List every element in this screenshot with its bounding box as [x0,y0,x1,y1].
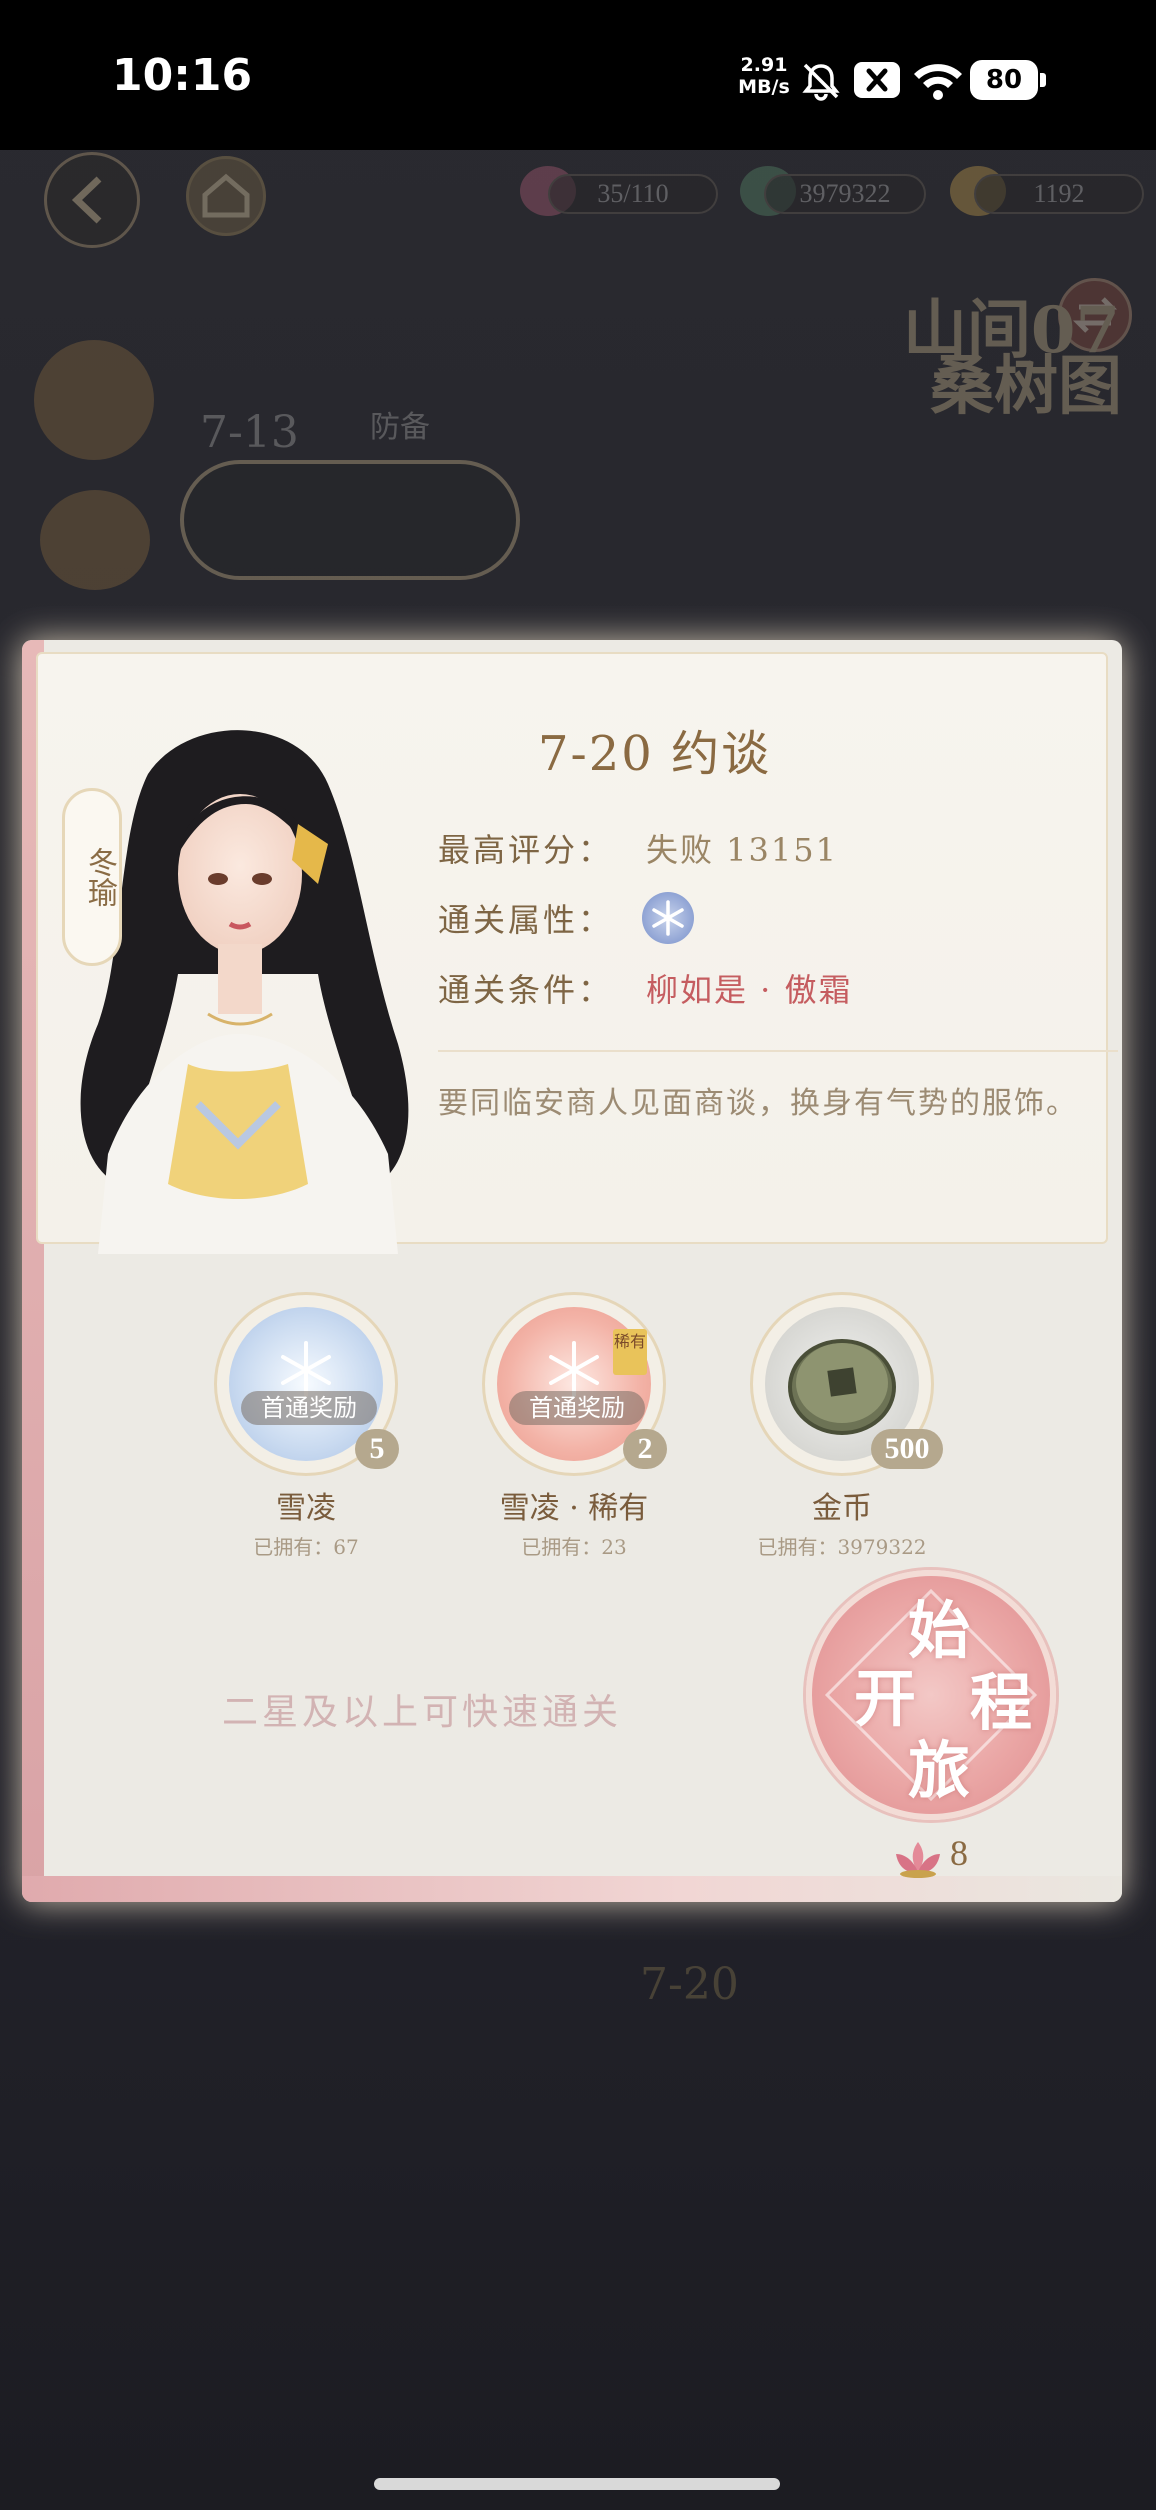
stage-node-name: 防备 [370,410,430,445]
clear-condition-label: 通关条件： [438,971,614,1009]
snowflake-icon [642,892,694,944]
character-name-tab[interactable]: 冬瑜 [62,788,122,966]
reward-item[interactable]: 500 金币 已拥有：3979322 [742,1292,943,1572]
back-arrow-icon [71,176,102,224]
reward-name: 雪凌 · 稀有 [499,1491,649,1526]
reward-owned: 已拥有：67 [253,1535,359,1559]
reward-icon-frame: 首通奖励 5 [214,1292,399,1476]
chapter-token[interactable] [34,340,154,460]
character-name: 冬瑜 [82,847,117,907]
close-badge-icon [854,62,900,98]
rare-badge: 稀有 [613,1329,647,1375]
bell-muted-icon [802,63,840,101]
network-speed-value: 2.91 [740,54,788,76]
stage-title: 7-20 约谈 [538,726,772,782]
stage-detail-dialog: 冬瑜 7-20 约谈 最高评分： 失败 13151 通关属性： 通关条件： 柳如… [22,640,1122,1902]
best-score-value: 失败 13151 [646,831,838,869]
battery-indicator: 80 [970,60,1046,100]
quick-clear-note: 二星及以上可快速通关 [222,1692,623,1733]
battery-tip [1040,73,1046,87]
first-clear-tag: 首通奖励 [509,1391,645,1425]
stage-node-code: 7-20 [640,1959,739,2010]
jade-counter[interactable]: 3979322 [764,174,926,214]
reward-owned: 已拥有：23 [521,1535,627,1559]
home-indicator[interactable] [374,2478,780,2490]
clear-attribute-label: 通关属性： [438,901,614,939]
reward-item[interactable]: 稀有 首通奖励 2 雪凌 · 稀有 已拥有：23 [474,1292,674,1572]
reward-icon-frame: 稀有 首通奖励 2 [482,1292,667,1476]
reward-icon-frame: 500 [750,1292,943,1476]
reward-count: 2 [623,1429,667,1469]
clear-condition-value: 柳如是 · 傲霜 [646,971,853,1009]
battery-level: 80 [970,60,1038,100]
chapter-subtitle: 桑树图 [930,349,1122,424]
status-time: 10:16 [112,50,253,101]
back-button[interactable] [44,152,140,248]
status-bar: 10:16 2.91 MB/s 80 [0,0,1156,150]
reward-name: 雪凌 [276,1491,336,1526]
stage-description: 要同临安商人见面商谈，换身有气势的服饰。 [438,1086,1078,1121]
first-clear-tag: 首通奖励 [241,1391,377,1425]
reward-name: 金币 [812,1491,872,1526]
chapter-token[interactable] [40,490,150,590]
start-journey-button[interactable]: 始 开 程 旅 [806,1570,1056,1820]
stamina-counter[interactable]: 35/110 [548,174,718,214]
start-button-char: 始 [908,1594,971,1667]
home-button[interactable] [186,156,266,236]
start-button-char: 开 [854,1662,917,1735]
reward-item[interactable]: 首通奖励 5 雪凌 已拥有：67 [206,1292,406,1572]
gold-counter[interactable]: 1192 [974,174,1144,214]
reward-count: 500 [871,1429,943,1469]
lotus-icon [896,1842,940,1878]
network-speed: 2.91 MB/s [736,54,792,98]
stage-node-code: 7-13 [200,407,299,458]
stage-info-panel: 冬瑜 7-20 约谈 最高评分： 失败 13151 通关属性： 通关条件： 柳如… [36,652,1118,1254]
start-button-char: 程 [970,1666,1033,1739]
stage-node[interactable] [180,460,520,580]
card-ribbon [22,1876,1122,1902]
reward-count: 5 [355,1429,399,1469]
divider [438,1050,1118,1052]
reward-owned: 已拥有：3979322 [757,1535,927,1559]
stamina-cost: 8 [950,1833,968,1873]
start-button-char: 旅 [908,1734,971,1807]
wifi-icon [914,64,962,100]
best-score-label: 最高评分： [438,831,614,869]
network-speed-unit: MB/s [738,76,790,98]
house-icon [202,173,250,218]
